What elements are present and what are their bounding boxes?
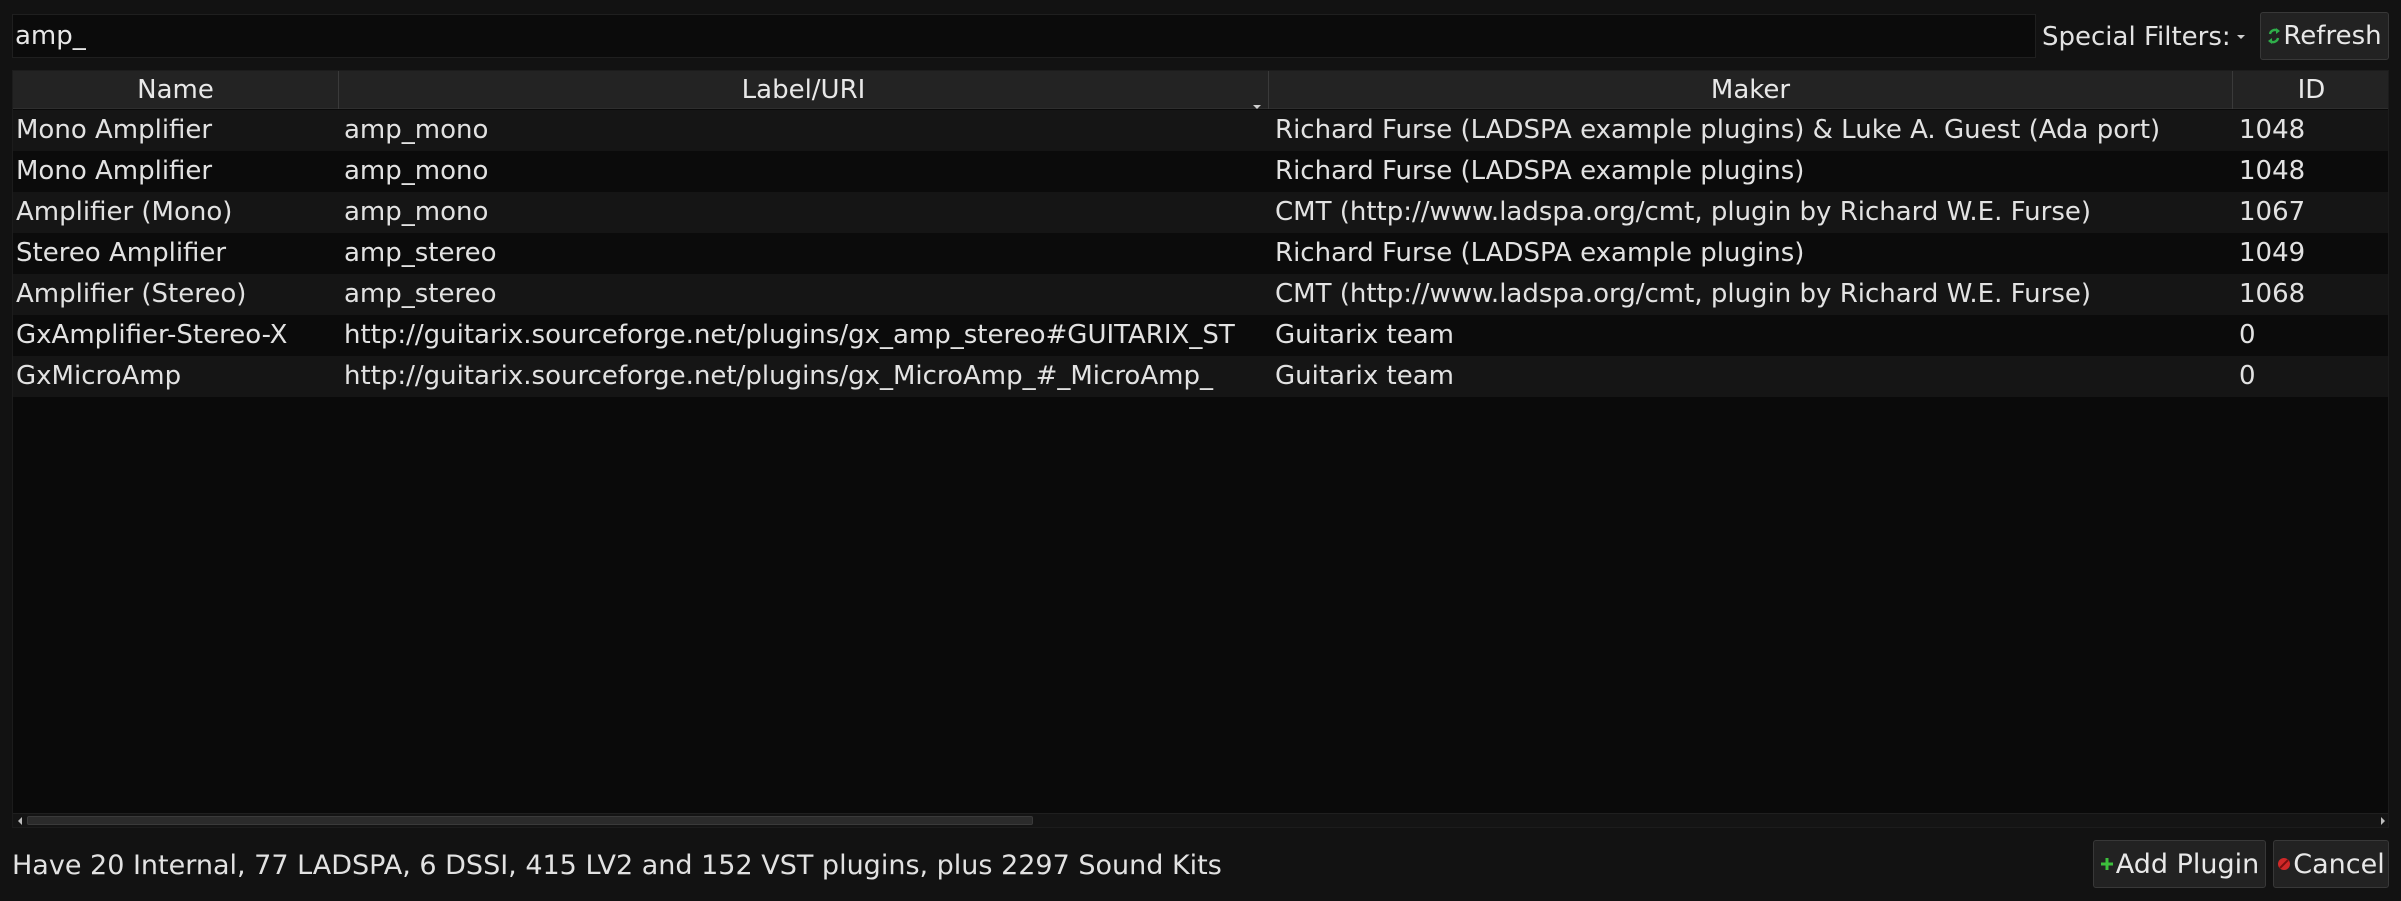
cell-label-uri: amp_mono: [344, 115, 489, 145]
column-header-label-uri[interactable]: Label/URI: [339, 71, 1269, 109]
sort-descending-icon: [1252, 85, 1262, 109]
cell-label-uri: amp_mono: [344, 197, 489, 227]
cell-maker: Richard Furse (LADSPA example plugins): [1275, 156, 1805, 186]
plugin-table: Name Label/URI Maker ID Mono Amplifier a…: [12, 70, 2389, 828]
plugin-browser-window: Special Filters: Refresh Name Label/URI …: [0, 0, 2401, 901]
cell-name: Mono Amplifier: [16, 115, 213, 145]
cell-label-uri: amp_stereo: [344, 279, 497, 309]
cancel-icon: [2277, 857, 2291, 871]
cancel-button[interactable]: Cancel: [2273, 840, 2389, 888]
cell-maker: CMT (http://www.ladspa.org/cmt, plugin b…: [1275, 197, 2092, 227]
cell-id: 1068: [2239, 279, 2306, 309]
cell-name: GxAmplifier-Stereo-X: [16, 320, 288, 350]
chevron-down-icon[interactable]: [2226, 20, 2256, 54]
cell-id: 1048: [2239, 156, 2306, 186]
table-row[interactable]: GxMicroAmp http://guitarix.sourceforge.n…: [13, 356, 2388, 397]
cell-maker: CMT (http://www.ladspa.org/cmt, plugin b…: [1275, 279, 2092, 309]
plus-icon: [2100, 857, 2114, 871]
cell-label-uri: amp_mono: [344, 156, 489, 186]
table-row[interactable]: Mono Amplifier amp_mono Richard Furse (L…: [13, 110, 2388, 151]
table-body: Mono Amplifier amp_mono Richard Furse (L…: [13, 110, 2388, 397]
cell-name: Amplifier (Mono): [16, 197, 233, 227]
cell-maker: Richard Furse (LADSPA example plugins) &…: [1275, 115, 2161, 145]
add-plugin-button[interactable]: Add Plugin: [2093, 840, 2266, 888]
horizontal-scrollbar[interactable]: [13, 813, 2388, 827]
column-header-name[interactable]: Name: [13, 71, 339, 109]
column-header-label-uri-text: Label/URI: [741, 75, 866, 105]
cell-maker: Richard Furse (LADSPA example plugins): [1275, 238, 1805, 268]
table-row[interactable]: Stereo Amplifier amp_stereo Richard Furs…: [13, 233, 2388, 274]
cell-id: 1049: [2239, 238, 2306, 268]
table-header: Name Label/URI Maker ID: [13, 71, 2388, 109]
cell-id: 0: [2239, 320, 2256, 350]
refresh-label: Refresh: [2283, 21, 2382, 51]
column-header-id[interactable]: ID: [2233, 71, 2388, 109]
table-row[interactable]: Amplifier (Stereo) amp_stereo CMT (http:…: [13, 274, 2388, 315]
cell-name: Amplifier (Stereo): [16, 279, 247, 309]
cancel-label: Cancel: [2293, 848, 2385, 880]
cell-name: Stereo Amplifier: [16, 238, 227, 268]
refresh-icon: [2267, 26, 2281, 46]
plugin-count-status: Have 20 Internal, 77 LADSPA, 6 DSSI, 415…: [12, 850, 1222, 881]
search-input[interactable]: [12, 14, 2036, 58]
cell-id: 1048: [2239, 115, 2306, 145]
cell-name: Mono Amplifier: [16, 156, 213, 186]
table-row[interactable]: Mono Amplifier amp_mono Richard Furse (L…: [13, 151, 2388, 192]
cell-id: 1067: [2239, 197, 2306, 227]
cell-label-uri: http://guitarix.sourceforge.net/plugins/…: [344, 361, 1213, 391]
table-row[interactable]: GxAmplifier-Stereo-X http://guitarix.sou…: [13, 315, 2388, 356]
table-row[interactable]: Amplifier (Mono) amp_mono CMT (http://ww…: [13, 192, 2388, 233]
refresh-button[interactable]: Refresh: [2260, 12, 2389, 60]
add-plugin-label: Add Plugin: [2115, 848, 2260, 880]
cell-label-uri: amp_stereo: [344, 238, 497, 268]
scrollbar-thumb[interactable]: [27, 816, 1033, 825]
scroll-left-icon[interactable]: [13, 814, 27, 827]
cell-maker: Guitarix team: [1275, 361, 1454, 391]
cell-maker: Guitarix team: [1275, 320, 1454, 350]
scroll-right-icon[interactable]: [2376, 814, 2388, 827]
column-header-maker[interactable]: Maker: [1269, 71, 2233, 109]
cell-id: 0: [2239, 361, 2256, 391]
special-filters-label: Special Filters:: [2042, 22, 2231, 52]
cell-name: GxMicroAmp: [16, 361, 182, 391]
cell-label-uri: http://guitarix.sourceforge.net/plugins/…: [344, 320, 1235, 350]
